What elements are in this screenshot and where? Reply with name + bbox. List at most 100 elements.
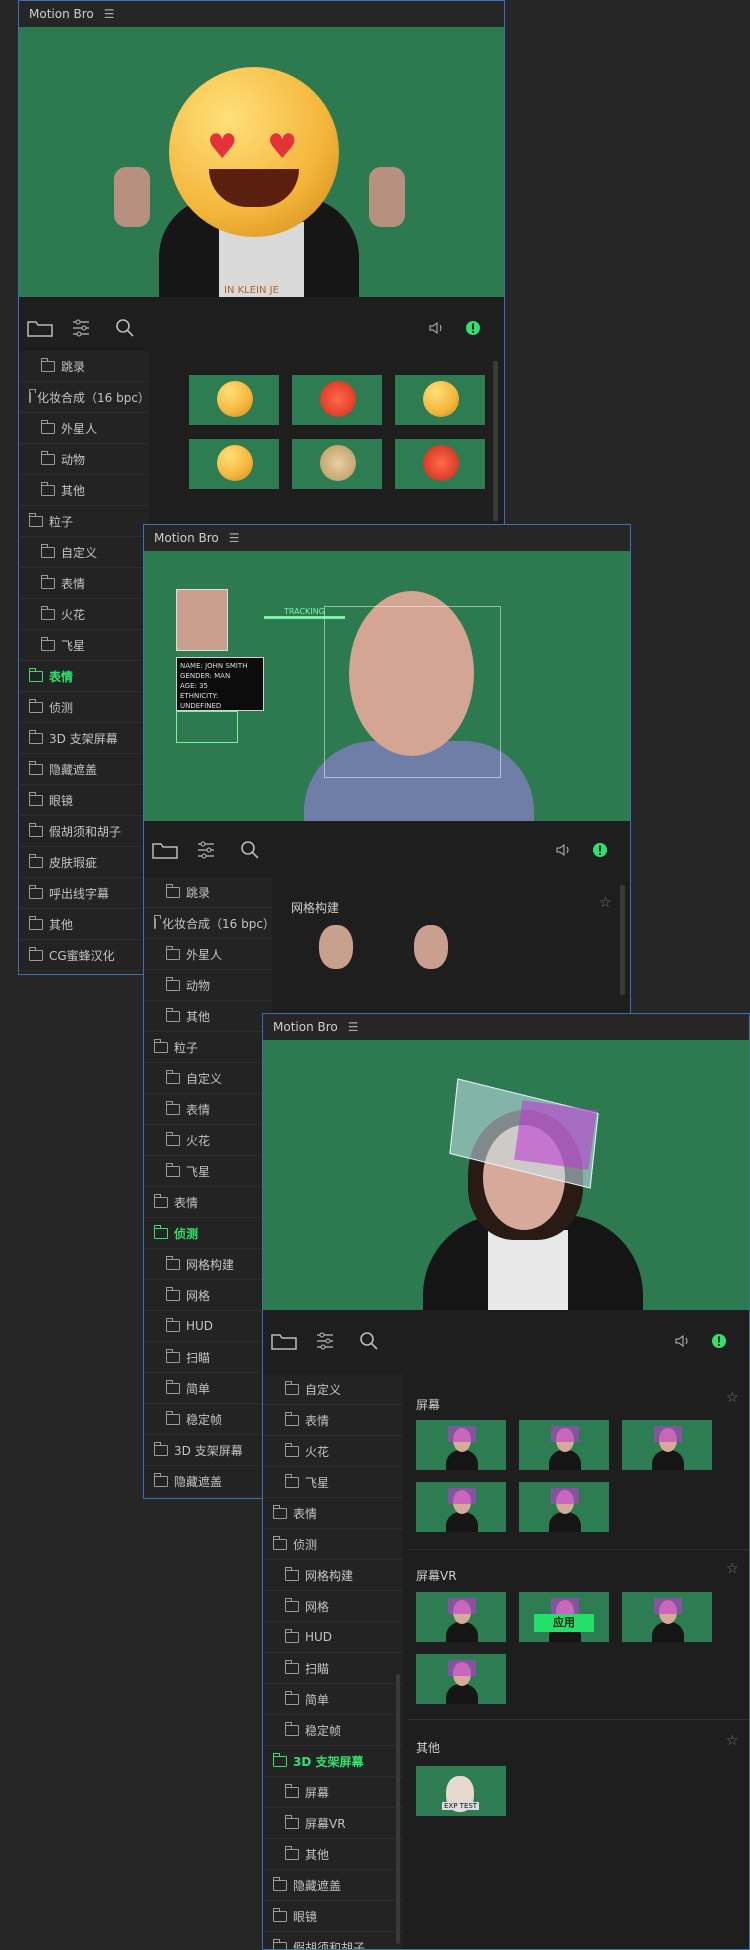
sidebar-item[interactable]: 其他: [19, 909, 149, 940]
sidebar-item[interactable]: 3D 支架屏幕: [144, 1435, 272, 1466]
screen-vr-thumb[interactable]: [622, 1592, 712, 1642]
sidebar-item[interactable]: 其他: [263, 1839, 403, 1870]
alert-status-icon[interactable]: [592, 842, 608, 858]
screen-vr-thumb[interactable]: [416, 1654, 506, 1704]
apply-button[interactable]: 应用: [534, 1614, 594, 1632]
screen-vr-thumb-hovered[interactable]: 应用: [519, 1592, 609, 1642]
folder-icon[interactable]: [152, 841, 178, 859]
search-icon[interactable]: [359, 1331, 379, 1351]
search-icon[interactable]: [240, 840, 260, 860]
emoji-thumb-pirate[interactable]: [189, 439, 279, 489]
star-icon[interactable]: ☆: [726, 1561, 739, 1577]
emoji-thumb-smirk[interactable]: [395, 375, 485, 425]
sidebar-item[interactable]: 动物: [19, 444, 149, 475]
sidebar-item[interactable]: 飞星: [19, 630, 149, 661]
sidebar-item[interactable]: 火花: [19, 599, 149, 630]
hamburger-menu-icon[interactable]: ☰: [104, 7, 115, 21]
screen-thumb[interactable]: [519, 1482, 609, 1532]
volume-icon[interactable]: [429, 321, 445, 335]
sidebar-item[interactable]: 外星人: [19, 413, 149, 444]
sidebar-item[interactable]: 简单: [144, 1373, 272, 1404]
alert-status-icon[interactable]: [465, 320, 481, 336]
sidebar-item[interactable]: 皮肤瑕疵: [19, 847, 149, 878]
hamburger-menu-icon[interactable]: ☰: [229, 531, 240, 545]
sidebar-item[interactable]: 化妆合成（16 bpc）: [144, 908, 272, 939]
sidebar-item[interactable]: 化妆合成（16 bpc）: [19, 382, 149, 413]
emoji-thumb-devil[interactable]: [395, 439, 485, 489]
screen-thumb[interactable]: [519, 1420, 609, 1470]
sidebar-item[interactable]: CG蜜蜂汉化: [19, 940, 149, 971]
star-icon[interactable]: ☆: [726, 1733, 739, 1749]
emoji-thumb-angry[interactable]: [292, 375, 382, 425]
sidebar-item[interactable]: 眼镜: [19, 785, 149, 816]
sidebar-item[interactable]: 跳录: [144, 877, 272, 908]
scrollbar[interactable]: [620, 885, 625, 995]
hamburger-menu-icon[interactable]: ☰: [348, 1020, 359, 1034]
sidebar-item[interactable]: 火花: [144, 1125, 272, 1156]
screen-thumb[interactable]: [416, 1482, 506, 1532]
folder-icon[interactable]: [27, 319, 53, 337]
emoji-thumb-shocked[interactable]: [292, 439, 382, 489]
sidebar-item[interactable]: 表情: [144, 1187, 272, 1218]
screen-thumb[interactable]: [622, 1420, 712, 1470]
sidebar-item[interactable]: 隐藏遮盖: [19, 754, 149, 785]
sidebar-item[interactable]: 网格: [144, 1280, 272, 1311]
sidebar-item[interactable]: 呼出线字幕: [19, 878, 149, 909]
other-thumb[interactable]: EXP TEST: [416, 1766, 506, 1816]
star-icon[interactable]: ☆: [726, 1390, 739, 1406]
sidebar-item[interactable]: 表情: [19, 661, 149, 692]
sidebar-item[interactable]: 自定义: [19, 537, 149, 568]
sidebar-item[interactable]: 扫瞄: [144, 1342, 272, 1373]
screen-thumb[interactable]: [416, 1420, 506, 1470]
sliders-icon[interactable]: [71, 318, 91, 338]
sidebar-item[interactable]: 稳定帧: [144, 1404, 272, 1435]
volume-icon[interactable]: [556, 843, 572, 857]
emoji-thumb-worried[interactable]: [189, 375, 279, 425]
sidebar-item[interactable]: 粒子: [19, 506, 149, 537]
sidebar-item[interactable]: 侦测: [144, 1218, 272, 1249]
sidebar-item[interactable]: 其他: [144, 1001, 272, 1032]
sidebar-item[interactable]: 隐藏遮盖: [144, 1466, 272, 1497]
sidebar-item[interactable]: 火花: [263, 1436, 403, 1467]
face-mesh-thumb-1[interactable]: [319, 925, 353, 969]
sidebar-item[interactable]: 网格构建: [263, 1560, 403, 1591]
sliders-icon[interactable]: [315, 1331, 335, 1351]
sidebar-scrollbar[interactable]: [396, 1674, 400, 1944]
sidebar-item[interactable]: 飞星: [263, 1467, 403, 1498]
sidebar-item[interactable]: 飞星: [144, 1156, 272, 1187]
star-icon[interactable]: ☆: [599, 895, 612, 911]
search-icon[interactable]: [115, 318, 135, 338]
sidebar-item[interactable]: 自定义: [263, 1374, 403, 1405]
sidebar-item[interactable]: 屏幕: [263, 1777, 403, 1808]
sidebar-item[interactable]: 网格: [263, 1591, 403, 1622]
sidebar-item[interactable]: 跳录: [19, 351, 149, 382]
sidebar-item[interactable]: 假胡须和胡子: [19, 816, 149, 847]
sidebar-item[interactable]: 3D 支架屏幕: [263, 1746, 403, 1777]
sidebar-item[interactable]: 表情: [19, 568, 149, 599]
sidebar-item[interactable]: 自定义: [144, 1063, 272, 1094]
sidebar-item[interactable]: 屏幕VR: [263, 1808, 403, 1839]
screen-vr-thumb[interactable]: [416, 1592, 506, 1642]
sidebar-item[interactable]: 假胡须和胡子: [263, 1932, 403, 1949]
sidebar-item[interactable]: HUD: [144, 1311, 272, 1342]
sidebar-item[interactable]: HUD: [263, 1622, 403, 1653]
sidebar-item[interactable]: 侦测: [263, 1529, 403, 1560]
folder-icon[interactable]: [271, 1332, 297, 1350]
alert-status-icon[interactable]: [711, 1333, 727, 1349]
sidebar-item[interactable]: 3D 支架屏幕: [19, 723, 149, 754]
sidebar-item[interactable]: 网格构建: [144, 1249, 272, 1280]
face-mesh-thumb-2[interactable]: [414, 925, 448, 969]
sidebar-item[interactable]: 侦测: [19, 692, 149, 723]
sidebar-item[interactable]: 稳定帧: [263, 1715, 403, 1746]
sidebar-item[interactable]: 表情: [144, 1094, 272, 1125]
sidebar-item[interactable]: 眼镜: [263, 1901, 403, 1932]
sliders-icon[interactable]: [196, 840, 216, 860]
scrollbar[interactable]: [493, 361, 498, 521]
sidebar-item[interactable]: 其他: [19, 475, 149, 506]
volume-icon[interactable]: [675, 1334, 691, 1348]
sidebar-item[interactable]: 粒子: [144, 1032, 272, 1063]
sidebar-item[interactable]: 表情: [263, 1405, 403, 1436]
sidebar-item[interactable]: 简单: [263, 1684, 403, 1715]
sidebar-item[interactable]: 扫瞄: [263, 1653, 403, 1684]
sidebar-item[interactable]: 隐藏遮盖: [263, 1870, 403, 1901]
